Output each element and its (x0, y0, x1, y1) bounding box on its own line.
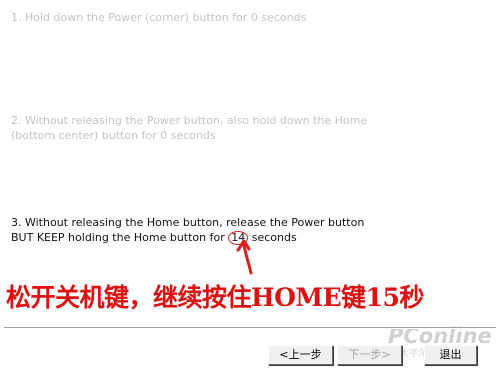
arrow-up-icon (236, 240, 253, 275)
annotation-caption: 松开关机键，继续按住HOME键15秒 (6, 283, 424, 312)
divider (4, 327, 496, 329)
step-3-text-before: BUT KEEP holding the Home button for (11, 231, 229, 244)
step-3-text-line-2: BUT KEEP holding the Home button for 14 … (11, 230, 364, 245)
step-2-text-line-1: 2. Without releasing the Power button, a… (11, 114, 368, 127)
step-3-instruction: 3. Without releasing the Home button, re… (11, 215, 364, 245)
step-2-instruction: 2. Without releasing the Power button, a… (11, 113, 367, 143)
step-1-text: 1. Hold down the Power (corner) button f… (11, 11, 307, 24)
back-button[interactable]: <上一步 (268, 345, 333, 365)
step-2-text-line-2: (bottom center) button for 0 seconds (11, 129, 216, 142)
exit-button[interactable]: 退出 (424, 345, 477, 365)
step-1-instruction: 1. Hold down the Power (corner) button f… (11, 10, 306, 25)
next-button[interactable]: 下一步> (337, 345, 402, 365)
step-3-text-line-1: 3. Without releasing the Home button, re… (11, 216, 365, 229)
